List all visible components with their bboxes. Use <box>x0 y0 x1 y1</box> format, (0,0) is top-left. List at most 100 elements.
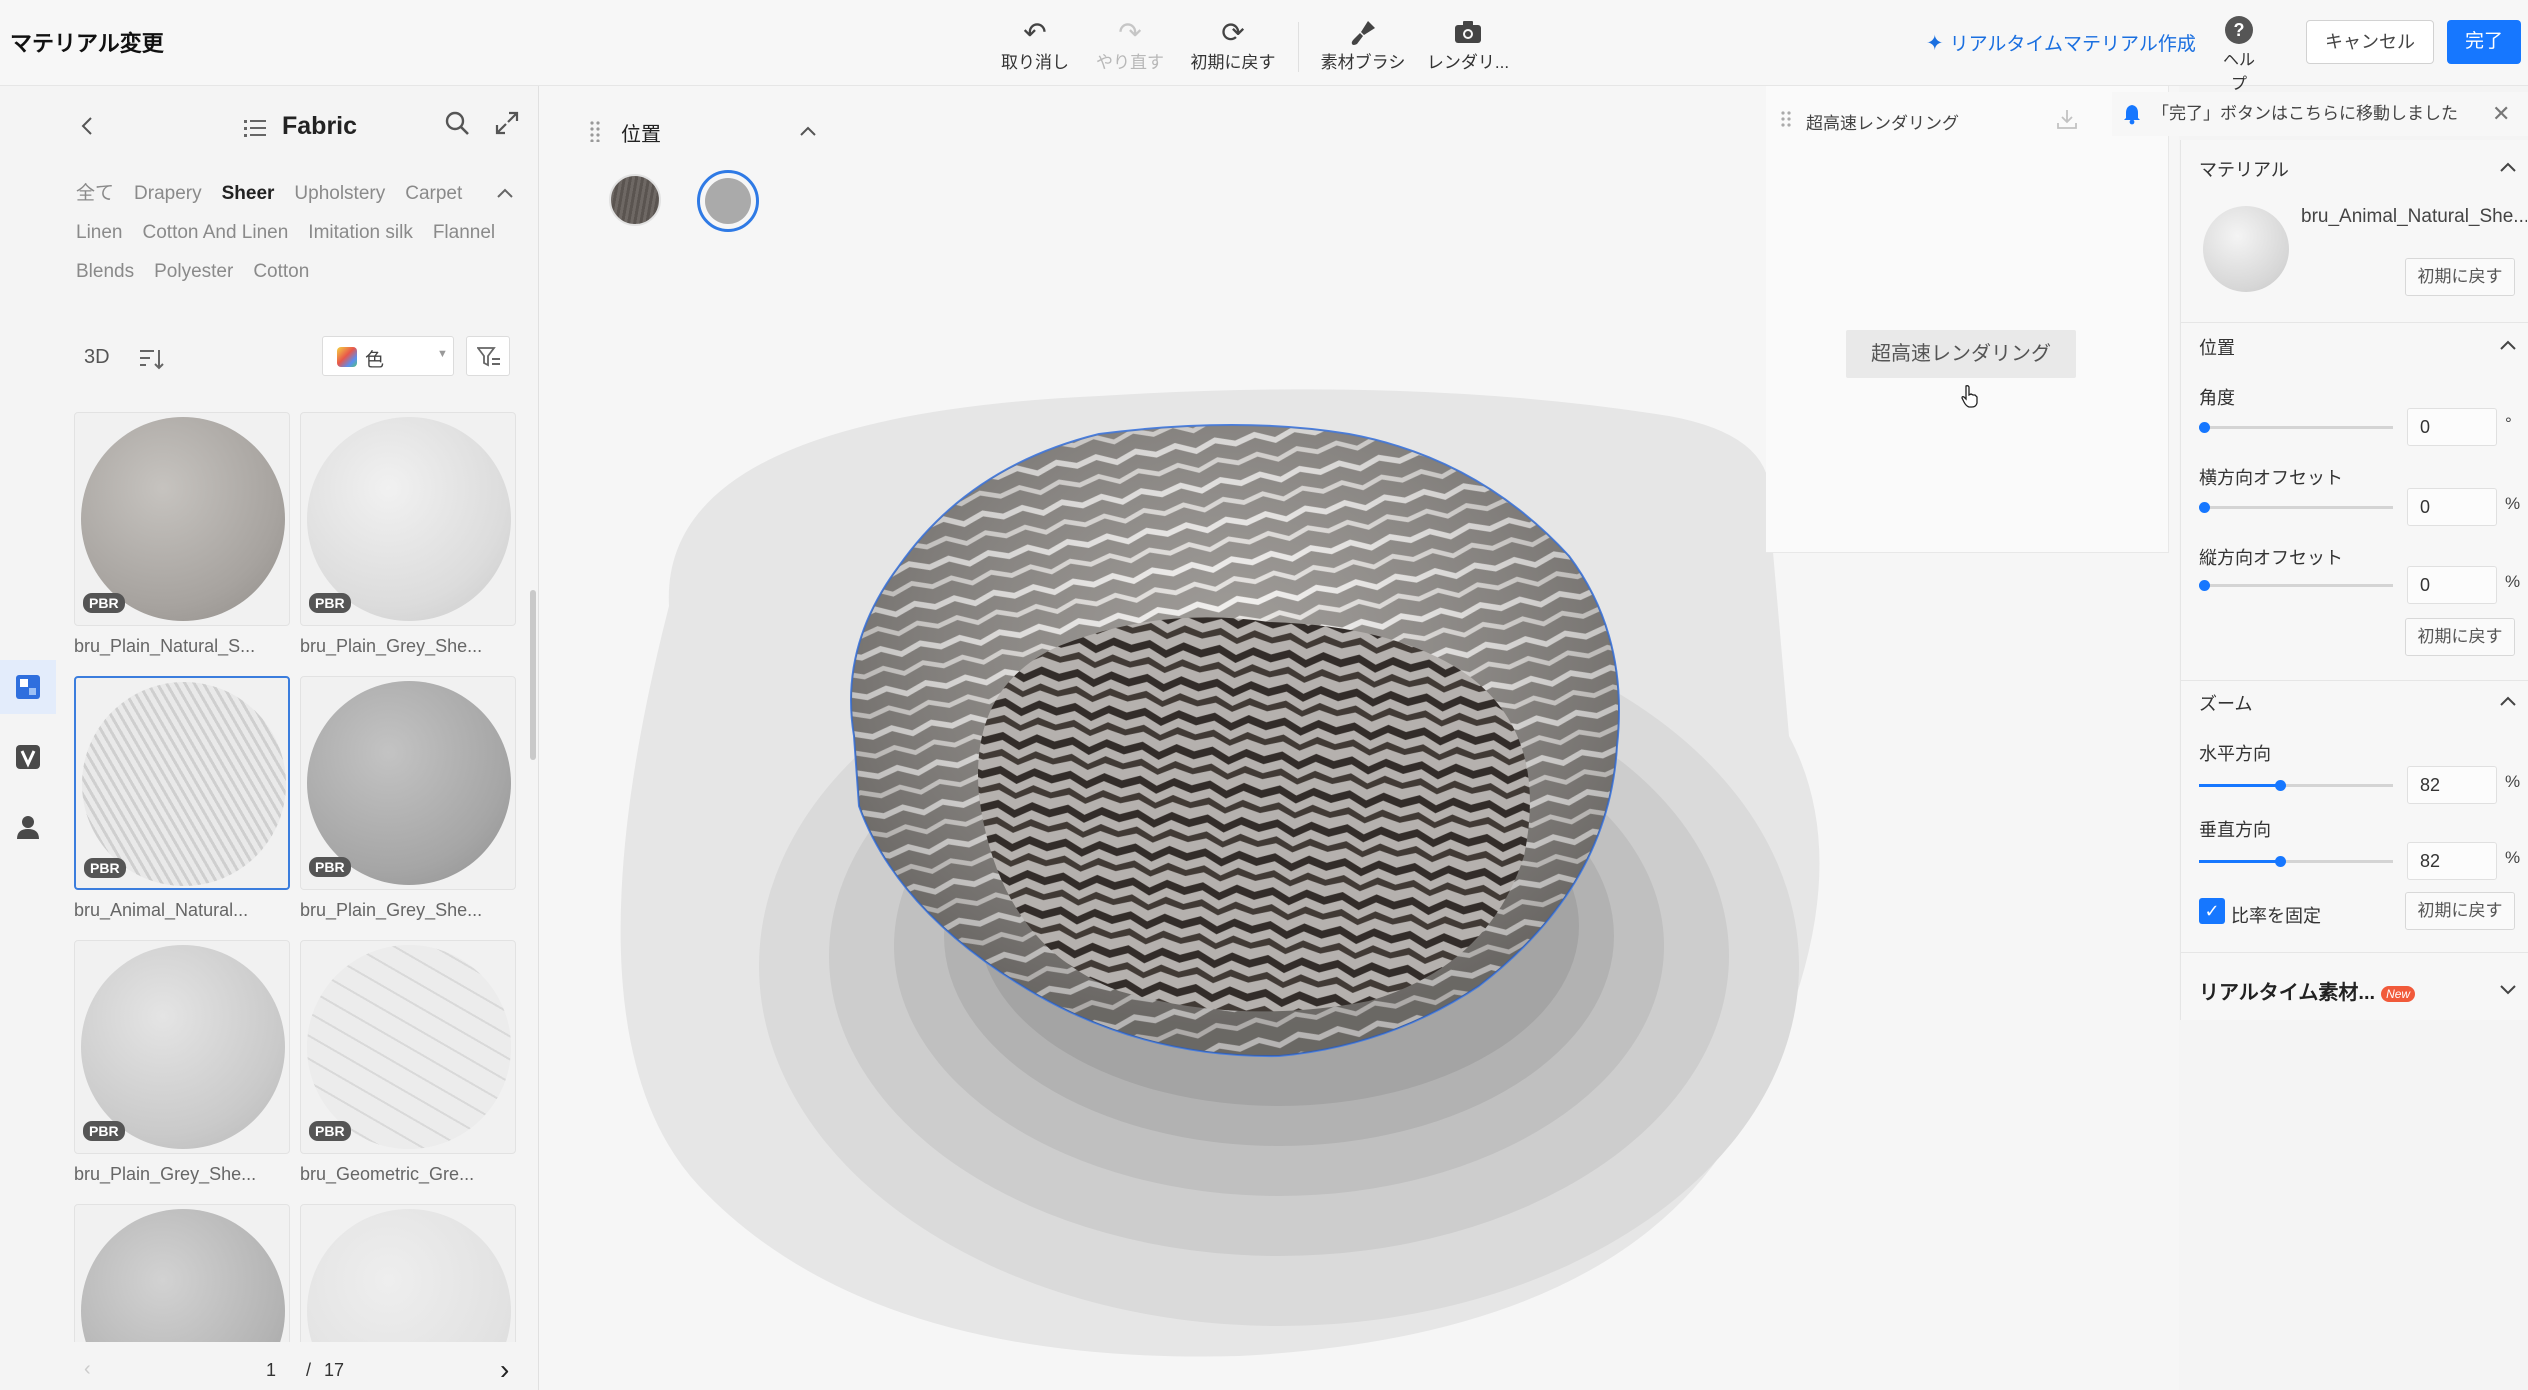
render-button[interactable]: レンダリ... <box>1413 18 1523 73</box>
sort-icon[interactable] <box>140 348 164 370</box>
library-title: Fabric <box>282 112 358 140</box>
category-chip[interactable]: Cotton And Linen <box>143 213 289 252</box>
v-offset-slider-knob[interactable] <box>2199 580 2210 591</box>
reset-all-button[interactable]: ⟳ 初期に戻す <box>1178 18 1288 73</box>
swatch-grey-selected[interactable] <box>697 170 759 232</box>
cancel-button[interactable]: キャンセル <box>2306 20 2434 64</box>
angle-input[interactable]: 0 <box>2407 408 2497 446</box>
collapse-categories-icon[interactable] <box>494 182 516 204</box>
material-thumbnail[interactable]: PBR <box>300 940 516 1154</box>
zoom-reset-button[interactable]: 初期に戻す <box>2405 892 2515 930</box>
3d-viewport[interactable]: 位置 超高速レンダリング 超高速レンダリング <box>539 86 2179 1390</box>
collapse-position-icon[interactable] <box>797 120 819 142</box>
page-current[interactable]: 1 <box>266 1360 276 1381</box>
expand-realtime-icon[interactable] <box>2497 978 2519 1000</box>
zoom-vertical-fill <box>2199 860 2279 863</box>
material-name: bru_Plain_Grey_She... <box>300 636 483 656</box>
redo-button[interactable]: ↷ やり直す <box>1075 18 1185 73</box>
expand-icon[interactable] <box>494 110 520 136</box>
material-card[interactable]: PBR bru_Plain_Grey_She... <box>300 676 516 921</box>
h-offset-slider[interactable] <box>2199 502 2393 513</box>
category-chip[interactable]: Blends <box>76 252 134 291</box>
list-icon[interactable] <box>244 118 266 138</box>
download-icon[interactable] <box>2056 108 2078 130</box>
render-drag-handle-icon[interactable] <box>1780 110 1792 132</box>
category-chip[interactable]: 全て <box>76 174 114 213</box>
material-thumbnail[interactable]: PBR <box>74 676 290 890</box>
zoom-vertical-slider[interactable] <box>2199 856 2393 867</box>
material-thumbnail[interactable]: PBR <box>74 940 290 1154</box>
collapse-material-icon[interactable] <box>2497 156 2519 178</box>
material-name: bru_Animal_Natural_She... <box>2301 206 2527 227</box>
angle-unit: ° <box>2505 414 2512 433</box>
library-header: Fabric <box>56 86 538 166</box>
prev-page-icon[interactable]: ‹ <box>84 1358 91 1381</box>
zoom-vertical-unit: % <box>2505 848 2521 867</box>
back-icon[interactable] <box>76 114 100 138</box>
category-chip[interactable]: Cotton <box>253 252 309 291</box>
category-chip[interactable]: Polyester <box>154 252 233 291</box>
angle-slider[interactable] <box>2199 422 2393 433</box>
advanced-filter-button[interactable] <box>466 336 510 376</box>
material-name: bru_Plain_Grey_She... <box>300 900 483 920</box>
category-chip[interactable]: Sheer <box>222 174 275 213</box>
category-chip[interactable]: Imitation silk <box>308 213 413 252</box>
next-page-icon[interactable]: › <box>500 1354 509 1386</box>
category-chip[interactable]: Upholstery <box>294 174 385 213</box>
close-notice-icon[interactable]: ✕ <box>2492 92 2510 136</box>
zoom-horizontal-slider[interactable] <box>2199 780 2393 791</box>
help-icon: ? <box>2225 16 2253 44</box>
zoom-horizontal-knob[interactable] <box>2275 780 2286 791</box>
properties-panel: マテリアル bru_Animal_Natural_She... 初期に戻す 位置… <box>2180 140 2528 1020</box>
material-thumbnail[interactable]: PBR <box>300 676 516 890</box>
realtime-section-title[interactable]: リアルタイム素材... New <box>2199 976 2416 1005</box>
material-brush-button[interactable]: 素材ブラシ <box>1308 18 1418 73</box>
material-card[interactable]: PBR bru_Plain_Natural_S... <box>74 412 290 657</box>
done-button[interactable]: 完了 <box>2447 20 2521 64</box>
category-chip[interactable]: Linen <box>76 213 123 252</box>
search-icon[interactable] <box>444 110 470 136</box>
category-chip[interactable]: Carpet <box>405 174 462 213</box>
color-filter-select[interactable]: 色 ▼ <box>322 336 454 376</box>
zoom-vertical-knob[interactable] <box>2275 856 2286 867</box>
help-button[interactable]: ? ヘルプ <box>2218 16 2260 94</box>
material-card[interactable]: PBR bru_Plain_Grey_She... <box>300 412 516 657</box>
zoom-horizontal-input[interactable]: 82 <box>2407 766 2497 804</box>
view-3d-toggle[interactable]: 3D <box>84 346 110 369</box>
zoom-vertical-input[interactable]: 82 <box>2407 842 2497 880</box>
angle-slider-knob[interactable] <box>2199 422 2210 433</box>
material-sphere <box>81 1209 285 1342</box>
material-card[interactable] <box>300 1204 516 1342</box>
realtime-material-link[interactable]: ✦ リアルタイムマテリアル作成 <box>1926 29 2196 56</box>
material-thumbnail[interactable] <box>74 1204 290 1342</box>
undo-button[interactable]: ↶ 取り消し <box>980 18 1090 73</box>
material-thumbnail[interactable] <box>300 1204 516 1342</box>
material-reset-button[interactable]: 初期に戻す <box>2405 258 2515 296</box>
collapse-zoom-icon[interactable] <box>2497 690 2519 712</box>
position-reset-button[interactable]: 初期に戻す <box>2405 618 2515 656</box>
v-offset-input[interactable]: 0 <box>2407 566 2497 604</box>
fast-render-button[interactable]: 超高速レンダリング <box>1846 330 2076 378</box>
fast-render-panel: 超高速レンダリング 超高速レンダリング <box>1766 86 2169 553</box>
collapse-position-props-icon[interactable] <box>2497 334 2519 356</box>
v-offset-slider[interactable] <box>2199 580 2393 591</box>
h-offset-slider-knob[interactable] <box>2199 502 2210 513</box>
material-card[interactable] <box>74 1204 290 1342</box>
material-card[interactable]: PBR bru_Plain_Grey_She... <box>74 940 290 1185</box>
material-card[interactable]: PBR bru_Animal_Natural... <box>74 676 290 921</box>
position-section-title: 位置 <box>2199 338 2235 358</box>
material-card[interactable]: PBR bru_Geometric_Gre... <box>300 940 516 1185</box>
rail-user[interactable] <box>0 800 56 854</box>
rail-v[interactable] <box>0 730 56 784</box>
category-chip[interactable]: Drapery <box>134 174 202 213</box>
zoom-horizontal-fill <box>2199 784 2279 787</box>
category-chip[interactable]: Flannel <box>433 213 495 252</box>
drag-handle-icon[interactable] <box>589 120 601 142</box>
rail-materials[interactable] <box>0 660 56 714</box>
h-offset-input[interactable]: 0 <box>2407 488 2497 526</box>
library-scrollbar[interactable] <box>530 590 536 760</box>
material-thumbnail[interactable]: PBR <box>300 412 516 626</box>
swatch-dark-wood[interactable] <box>609 174 661 226</box>
material-thumbnail[interactable]: PBR <box>74 412 290 626</box>
lock-ratio-checkbox[interactable]: ✓ <box>2199 898 2225 924</box>
